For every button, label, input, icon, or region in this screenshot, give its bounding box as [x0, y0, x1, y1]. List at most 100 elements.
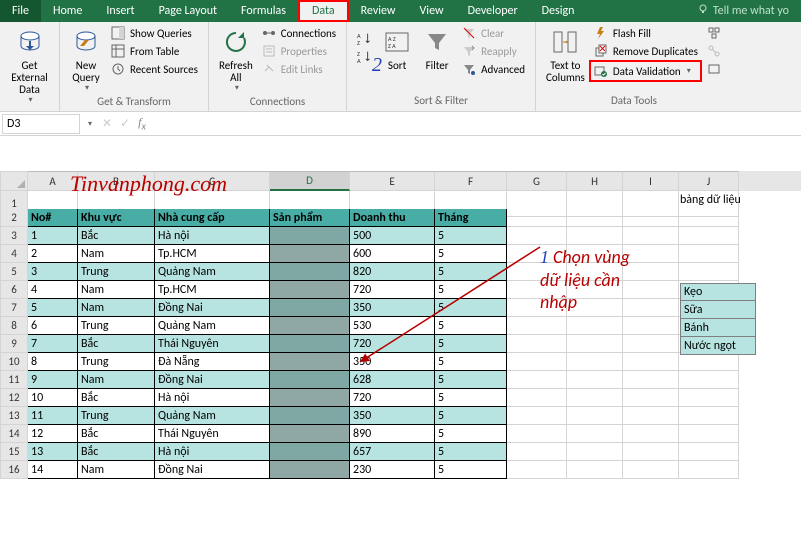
row-head[interactable]: 5 — [0, 263, 28, 281]
cell[interactable]: Nam — [78, 461, 155, 479]
cell[interactable] — [679, 227, 739, 245]
cell[interactable]: Quảng Nam — [155, 263, 270, 281]
tab-page-layout[interactable]: Page Layout — [147, 0, 229, 22]
cell[interactable] — [679, 389, 739, 407]
cell[interactable]: 5 — [435, 299, 507, 317]
row-head[interactable]: 13 — [0, 407, 28, 425]
cell[interactable]: Nam — [78, 299, 155, 317]
cell[interactable]: Trung — [78, 353, 155, 371]
cell[interactable]: 14 — [28, 461, 78, 479]
flash-fill-button[interactable]: Flash Fill — [589, 24, 702, 42]
cell[interactable] — [507, 443, 567, 461]
cell[interactable] — [623, 281, 679, 299]
cell[interactable]: Hà nội — [155, 443, 270, 461]
cell[interactable] — [507, 407, 567, 425]
cell[interactable] — [679, 245, 739, 263]
cell[interactable]: 820 — [350, 263, 435, 281]
cell[interactable]: 1 — [28, 227, 78, 245]
cell[interactable] — [507, 389, 567, 407]
table-header[interactable]: No# — [28, 209, 78, 227]
cell[interactable]: Đồng Nai — [155, 299, 270, 317]
cell[interactable] — [567, 389, 623, 407]
cell[interactable]: 5 — [435, 353, 507, 371]
cell[interactable]: Nam — [78, 281, 155, 299]
cell[interactable] — [270, 425, 350, 443]
row-head[interactable]: 14 — [0, 425, 28, 443]
cell[interactable] — [270, 317, 350, 335]
fx-icon[interactable]: fx — [138, 115, 146, 132]
cell[interactable] — [270, 443, 350, 461]
row-head[interactable]: 7 — [0, 299, 28, 317]
col-head-j[interactable]: J — [679, 171, 739, 191]
tab-file[interactable]: File — [0, 0, 41, 22]
cell[interactable] — [567, 317, 623, 335]
cell[interactable]: 6 — [28, 317, 78, 335]
cell[interactable] — [507, 461, 567, 479]
cell[interactable]: 890 — [350, 425, 435, 443]
cell[interactable]: Đồng Nai — [155, 461, 270, 479]
refresh-all-button[interactable]: Refresh All▾ — [215, 24, 257, 95]
get-external-data-button[interactable]: Get External Data▾ — [6, 24, 53, 107]
sort-az-button[interactable]: AZ — [353, 30, 377, 48]
cell[interactable] — [270, 263, 350, 281]
cell[interactable] — [623, 299, 679, 317]
cell[interactable] — [567, 425, 623, 443]
cell[interactable] — [270, 245, 350, 263]
fx-cancel-icon[interactable]: ✕ — [102, 116, 112, 131]
reapply-button[interactable]: Reapply — [457, 42, 529, 60]
sort-button[interactable]: A ZZ A Sort — [377, 24, 417, 74]
table-header[interactable]: Nhà cung cấp — [155, 209, 270, 227]
tab-formulas[interactable]: Formulas — [229, 0, 298, 22]
cell[interactable] — [623, 443, 679, 461]
cell[interactable] — [567, 353, 623, 371]
cell[interactable] — [507, 227, 567, 245]
col-head-f[interactable]: F — [435, 171, 507, 191]
cell[interactable]: Thái Nguyên — [155, 335, 270, 353]
cell[interactable] — [623, 263, 679, 281]
row-head[interactable]: 2 — [0, 209, 28, 227]
cell[interactable] — [679, 371, 739, 389]
side-cell[interactable]: Nước ngọt — [680, 337, 756, 355]
cell[interactable]: Bắc — [78, 425, 155, 443]
cell[interactable] — [623, 227, 679, 245]
cell[interactable] — [679, 209, 739, 227]
connections-button[interactable]: Connections — [257, 24, 340, 42]
cell[interactable]: 5 — [435, 245, 507, 263]
cell[interactable] — [270, 461, 350, 479]
recent-sources-button[interactable]: Recent Sources — [106, 60, 202, 78]
col-head-h[interactable]: H — [567, 171, 623, 191]
cell[interactable]: 530 — [350, 317, 435, 335]
cell[interactable]: 500 — [350, 227, 435, 245]
cell[interactable]: Trung — [78, 407, 155, 425]
edit-links-button[interactable]: Edit Links — [257, 60, 340, 78]
consolidate-button[interactable] — [702, 24, 726, 42]
cell[interactable] — [623, 461, 679, 479]
cell[interactable]: Tp.HCM — [155, 281, 270, 299]
cell[interactable]: 350 — [350, 353, 435, 371]
cell[interactable]: 5 — [435, 335, 507, 353]
row-head[interactable]: 12 — [0, 389, 28, 407]
cell[interactable] — [270, 281, 350, 299]
row-head[interactable]: 15 — [0, 443, 28, 461]
cell[interactable]: 12 — [28, 425, 78, 443]
cell[interactable] — [623, 353, 679, 371]
cell[interactable]: 9 — [28, 371, 78, 389]
cell[interactable] — [623, 371, 679, 389]
show-queries-button[interactable]: Show Queries — [106, 24, 202, 42]
cell[interactable]: 5 — [435, 425, 507, 443]
row-head[interactable]: 6 — [0, 281, 28, 299]
cell[interactable] — [623, 335, 679, 353]
cell[interactable] — [507, 335, 567, 353]
select-all-cell[interactable] — [0, 171, 28, 191]
cell[interactable] — [567, 227, 623, 245]
cell[interactable] — [270, 227, 350, 245]
cell[interactable]: 657 — [350, 443, 435, 461]
cell[interactable]: 7 — [28, 335, 78, 353]
row-head[interactable]: 8 — [0, 317, 28, 335]
cell[interactable] — [270, 407, 350, 425]
cell[interactable] — [679, 443, 739, 461]
tab-data[interactable]: Data — [298, 0, 349, 22]
col-head-g[interactable]: G — [507, 171, 567, 191]
cell[interactable]: 2 — [28, 245, 78, 263]
text-to-columns-button[interactable]: Text to Columns — [542, 24, 589, 86]
